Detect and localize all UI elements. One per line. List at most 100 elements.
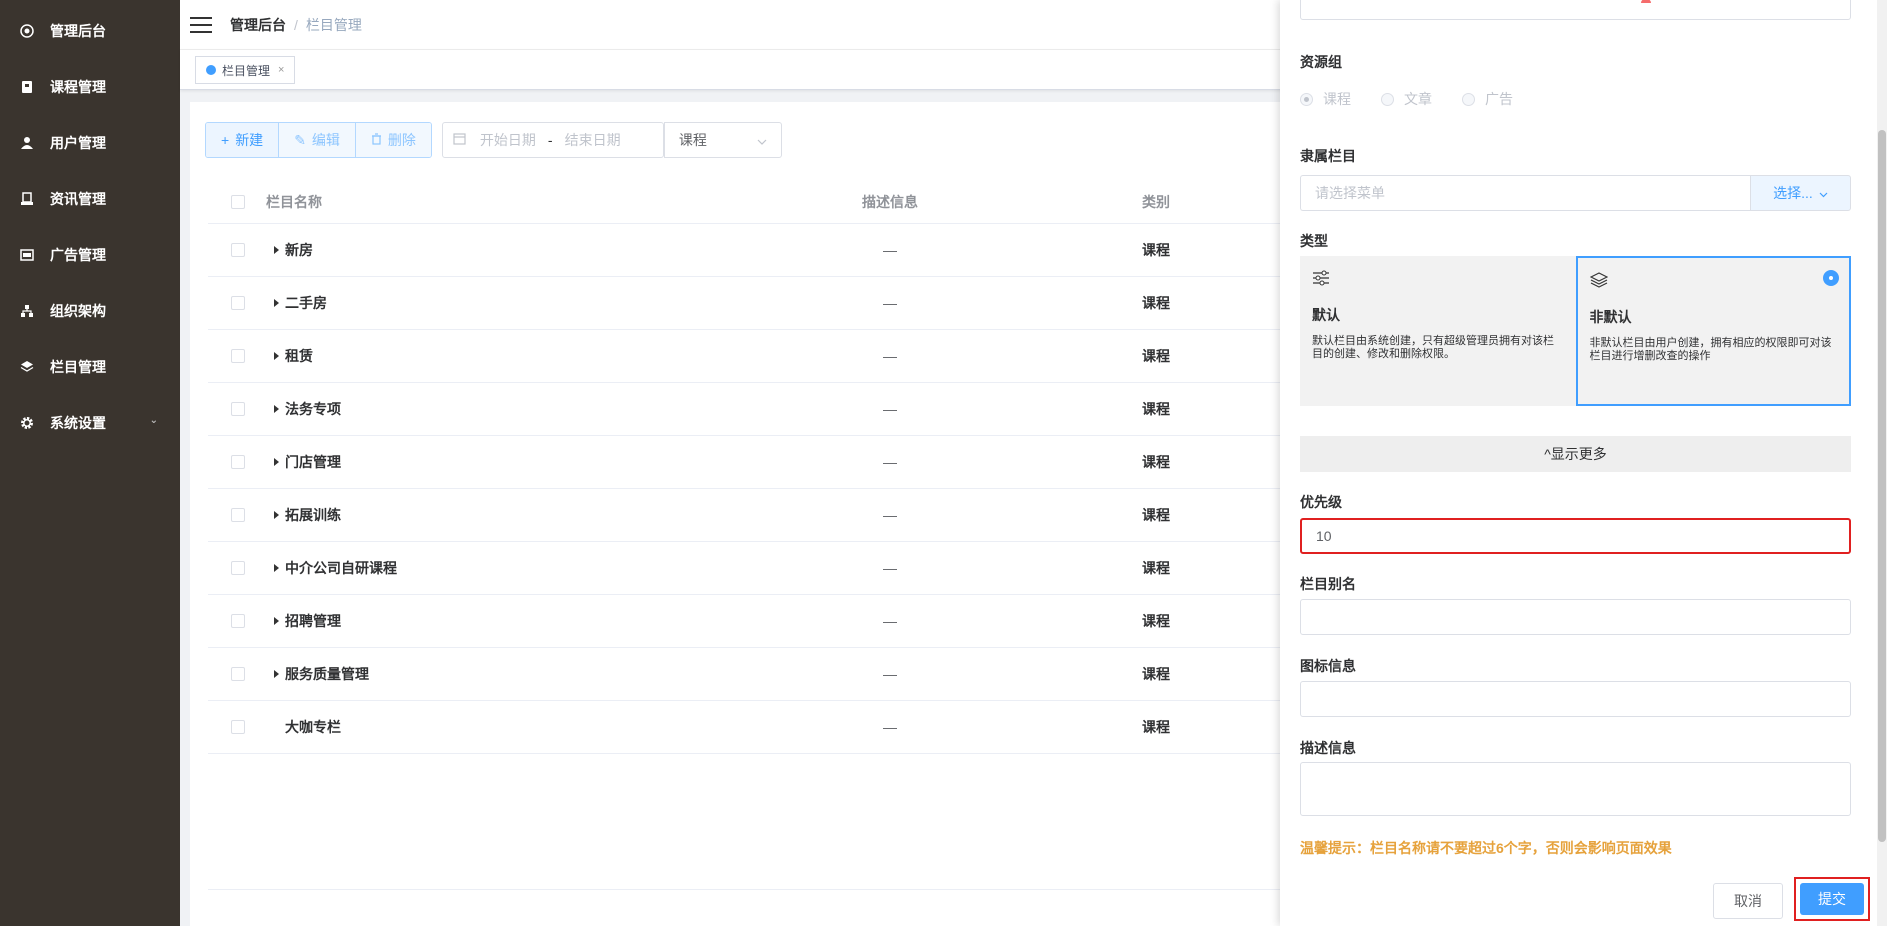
sidebar-item-settings[interactable]: 系统设置 ⌄ (0, 395, 180, 451)
type-card-custom[interactable]: 非默认 非默认栏目由用户创建，拥有相应的权限即可对该栏目进行增删改查的操作 (1575, 256, 1851, 406)
breadcrumb-separator: / (294, 16, 298, 33)
type-card-default[interactable]: 默认 默认栏目由系统创建，只有超级管理员拥有对该栏目的创建、修改和删除权限。 (1300, 256, 1576, 406)
parent-menu-input[interactable]: 请选择菜单 (1300, 175, 1750, 211)
gear-icon (20, 416, 34, 430)
sidebar-item-org[interactable]: 组织架构 (0, 283, 180, 339)
description-textarea[interactable] (1300, 762, 1851, 816)
icon-info-input[interactable] (1300, 681, 1851, 717)
type-select-value: 课程 (678, 132, 707, 148)
radio-article[interactable]: 文章 (1381, 89, 1432, 109)
sidebar-item-dashboard[interactable]: 管理后台 (0, 3, 180, 59)
row-name: 二手房 (285, 295, 327, 311)
alias-input[interactable] (1300, 599, 1851, 635)
expand-caret-icon[interactable] (274, 617, 279, 625)
type-select[interactable]: 课程 (663, 122, 782, 158)
table-row[interactable]: 拓展训练 — 课程 (208, 489, 1308, 542)
row-name: 租赁 (285, 348, 313, 364)
drawer-scrollbar[interactable] (1877, 0, 1887, 926)
hamburger-menu-icon[interactable] (190, 16, 212, 33)
row-category: 课程 (1142, 348, 1170, 364)
org-chart-icon (20, 304, 34, 318)
row-checkbox[interactable] (231, 614, 245, 628)
row-name-cell: 大咖专栏 (266, 717, 341, 737)
expand-caret-icon[interactable] (274, 352, 279, 360)
date-range-picker[interactable]: 开始日期 - 结束日期 (441, 122, 664, 158)
row-desc: — (883, 454, 897, 470)
tab-label: 栏目管理 (222, 63, 271, 78)
cancel-button[interactable]: 取消 (1713, 883, 1783, 919)
row-checkbox[interactable] (231, 243, 245, 257)
edit-button-label: 编辑 (311, 132, 340, 148)
table-row[interactable]: 服务质量管理 — 课程 (208, 648, 1308, 701)
sidebar-item-users[interactable]: 用户管理 (0, 115, 180, 171)
table-row[interactable]: 新房 — 课程 (208, 224, 1308, 277)
sidebar-item-courses[interactable]: 课程管理 (0, 59, 180, 115)
edit-button[interactable]: ✎ 编辑 (279, 123, 356, 157)
row-checkbox[interactable] (231, 402, 245, 416)
start-date-input[interactable]: 开始日期 (480, 130, 536, 150)
error-indicator-icon (1641, 0, 1651, 3)
trash-icon (371, 132, 382, 148)
expand-caret-icon[interactable] (274, 564, 279, 572)
table-header: 栏目名称 描述信息 类别 (208, 180, 1308, 224)
row-checkbox[interactable] (231, 667, 245, 681)
expand-caret-icon[interactable] (274, 670, 279, 678)
row-checkbox[interactable] (231, 508, 245, 522)
sliders-icon (1312, 270, 1564, 291)
table-row[interactable]: 法务专项 — 课程 (208, 383, 1308, 436)
end-date-input[interactable]: 结束日期 (565, 130, 621, 150)
show-more-button[interactable]: ^显示更多 (1300, 436, 1851, 472)
header-category: 类别 (1142, 193, 1170, 210)
table-row[interactable]: 门店管理 — 课程 (208, 436, 1308, 489)
sidebar-item-label: 栏目管理 (50, 359, 106, 375)
row-desc: — (883, 348, 897, 364)
user-icon (20, 136, 34, 150)
sidebar-item-ads[interactable]: 广告管理 (0, 227, 180, 283)
submit-button[interactable]: 提交 (1800, 883, 1864, 915)
sidebar-item-news[interactable]: 资讯管理 (0, 171, 180, 227)
breadcrumb-current: 栏目管理 (305, 16, 362, 33)
expand-caret-icon[interactable] (274, 299, 279, 307)
close-icon[interactable]: × (278, 64, 284, 76)
row-name-cell: 服务质量管理 (266, 664, 369, 684)
row-checkbox[interactable] (231, 349, 245, 363)
priority-input[interactable]: 10 (1300, 518, 1851, 554)
row-checkbox[interactable] (231, 561, 245, 575)
table-row[interactable]: 中介公司自研课程 — 课程 (208, 542, 1308, 595)
scrollbar-thumb[interactable] (1878, 130, 1886, 842)
sidebar-item-label: 广告管理 (50, 247, 106, 263)
active-dot-icon (206, 65, 216, 75)
radio-course[interactable]: 课程 (1300, 89, 1351, 109)
row-name-cell: 拓展训练 (266, 505, 341, 525)
expand-caret-icon[interactable] (274, 458, 279, 466)
expand-caret-icon[interactable] (274, 246, 279, 254)
name-field[interactable] (1300, 0, 1851, 20)
table-row[interactable]: 二手房 — 课程 (208, 277, 1308, 330)
choose-button[interactable]: 选择... (1750, 175, 1851, 211)
table-row[interactable]: 大咖专栏 — 课程 (208, 701, 1308, 754)
row-name: 中介公司自研课程 (285, 560, 397, 576)
row-name-cell: 二手房 (266, 293, 327, 313)
delete-button[interactable]: 删除 (355, 123, 431, 157)
radio-ad[interactable]: 广告 (1462, 89, 1513, 109)
expand-caret-icon[interactable] (274, 511, 279, 519)
row-name: 大咖专栏 (285, 719, 341, 735)
row-checkbox[interactable] (231, 455, 245, 469)
select-all-checkbox[interactable] (231, 194, 245, 209)
header-name: 栏目名称 (266, 193, 322, 210)
row-name-cell: 租赁 (266, 346, 313, 366)
radio-circle (1462, 92, 1475, 106)
breadcrumb-home[interactable]: 管理后台 (230, 15, 286, 35)
type-card-title: 默认 (1312, 307, 1340, 323)
expand-caret-icon[interactable] (274, 405, 279, 413)
chevron-down-icon: ⌄ (149, 415, 158, 426)
table-row[interactable]: 招聘管理 — 课程 (208, 595, 1308, 648)
radio-circle-checked (1300, 92, 1313, 106)
table-bottom-divider (208, 889, 1308, 890)
sidebar-item-columns[interactable]: 栏目管理 (0, 339, 180, 395)
table-row[interactable]: 租赁 — 课程 (208, 330, 1308, 383)
tab-column-management[interactable]: 栏目管理 × (195, 56, 296, 84)
new-button[interactable]: + 新建 (206, 123, 280, 157)
row-checkbox[interactable] (231, 296, 245, 310)
row-checkbox[interactable] (231, 720, 245, 734)
